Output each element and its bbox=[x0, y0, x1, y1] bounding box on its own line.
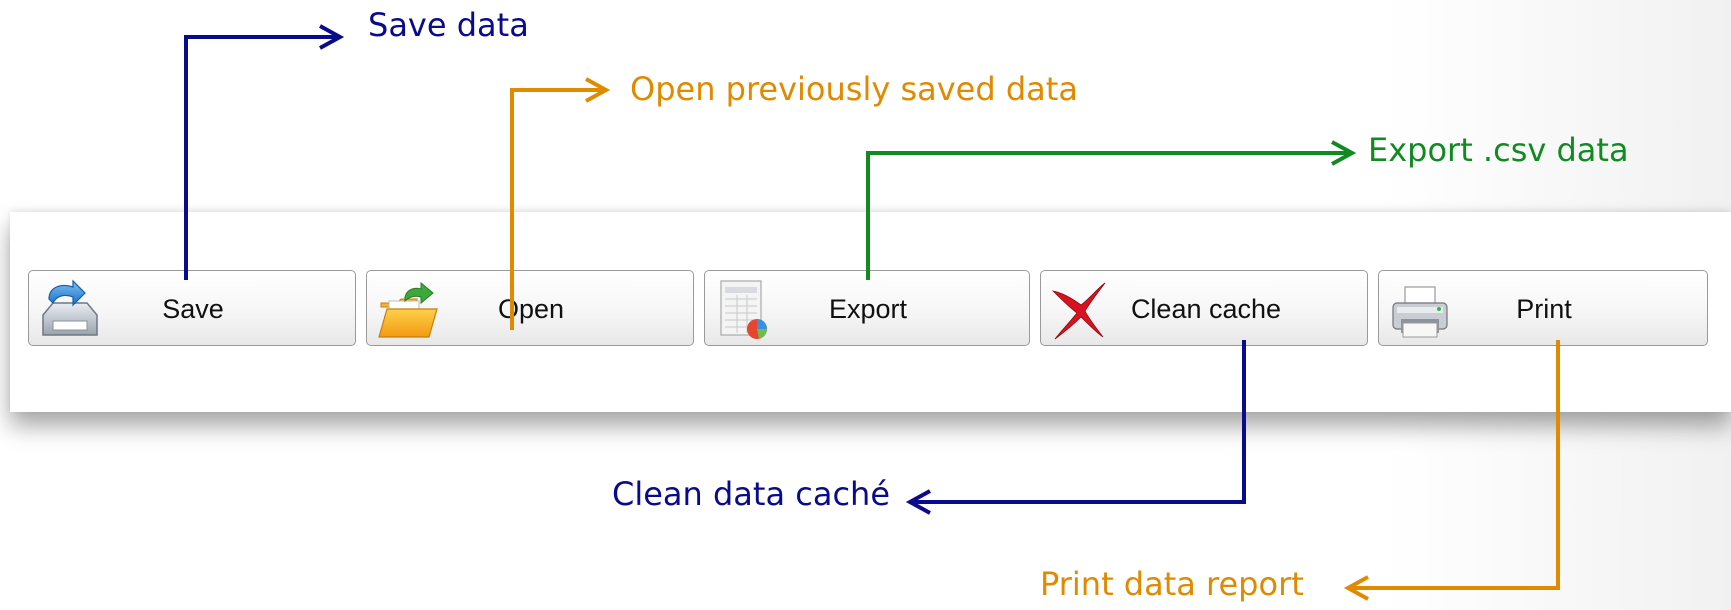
clean-cache-button[interactable]: Clean cache bbox=[1040, 270, 1368, 346]
clean-cache-button-label: Clean cache bbox=[1130, 294, 1282, 324]
open-annotation: Open previously saved data bbox=[630, 70, 1078, 108]
export-button-label: Export bbox=[828, 294, 908, 324]
save-annotation: Save data bbox=[368, 6, 529, 44]
print-annotation: Print data report bbox=[1040, 565, 1304, 603]
print-button[interactable]: Print bbox=[1378, 270, 1708, 346]
export-button[interactable]: Export bbox=[704, 270, 1030, 346]
clean-annotation: Clean data caché bbox=[612, 475, 890, 513]
diagram-canvas: Save Open Export Clean cache Print Save … bbox=[0, 0, 1731, 610]
save-button-label: Save bbox=[162, 294, 224, 324]
export-annotation: Export .csv data bbox=[1368, 131, 1629, 169]
open-button[interactable]: Open bbox=[366, 270, 694, 346]
save-button[interactable]: Save bbox=[28, 270, 356, 346]
open-button-label: Open bbox=[497, 294, 565, 324]
print-button-label: Print bbox=[1516, 294, 1572, 324]
